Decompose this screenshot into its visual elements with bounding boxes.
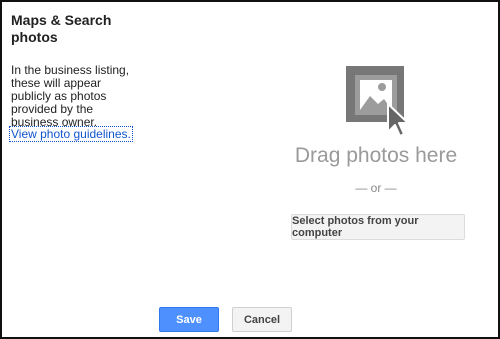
photo-upload-dialog: Maps & Search photos In the business lis… [0,0,500,339]
sidebar-description: In the business listing, these will appe… [11,63,130,129]
select-photos-button[interactable]: Select photos from your computer [291,214,465,240]
sidebar-title: Maps & Search photos [11,12,112,45]
or-separator: — or — [355,181,397,195]
photo-upload-icon [346,66,409,137]
save-button[interactable]: Save [159,307,219,332]
cancel-button[interactable]: Cancel [232,307,292,332]
photo-guidelines-link[interactable]: View photo guidelines. [9,126,133,142]
drag-photos-text: Drag photos here [294,144,458,167]
